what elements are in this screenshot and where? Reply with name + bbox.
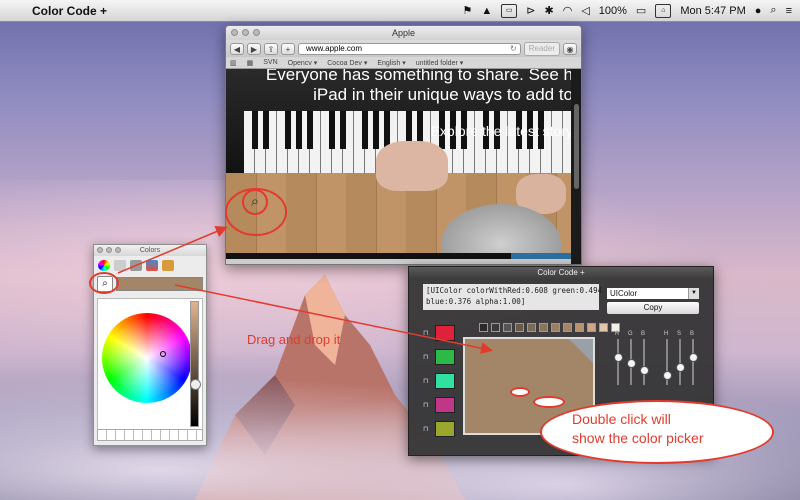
arrow-to-magnifier [117,225,228,274]
bubble-tail-small [510,387,530,397]
highlight-circle-picker [89,272,119,294]
highlight-circle-magnifier [225,188,287,236]
bubble-tail [533,396,565,408]
bubble-text: Double click will show the color picker [572,410,752,448]
drag-drop-annotation: Drag and drop it [247,332,341,347]
bubble-line-2: show the color picker [572,430,704,446]
bubble-line-1: Double click will [572,411,671,427]
